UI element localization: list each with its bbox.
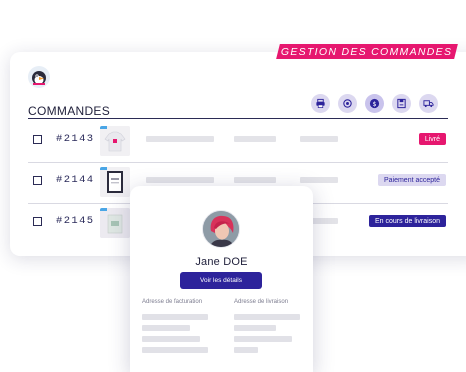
table-row[interactable]: #2143 Livré xyxy=(28,126,448,156)
row-checkbox[interactable] xyxy=(33,217,42,226)
customer-portrait-icon xyxy=(203,211,239,247)
header-divider xyxy=(28,118,448,119)
notebook-product-icon xyxy=(100,208,130,238)
row-divider xyxy=(28,162,448,163)
shop-logo xyxy=(28,66,50,88)
printer-icon xyxy=(316,98,325,108)
product-thumbnail xyxy=(100,167,130,197)
status-badge: Paiement accepté xyxy=(377,174,446,186)
customer-avatar xyxy=(202,210,240,248)
delivery-address-label: Adresse de livraison xyxy=(234,299,289,305)
product-thumbnail xyxy=(100,126,130,156)
order-toolbar: $ xyxy=(311,94,438,113)
product-tag xyxy=(100,208,107,211)
view-details-button[interactable]: Voir les détails xyxy=(180,272,262,289)
status-badge: En cours de livraison xyxy=(369,215,446,227)
svg-text:$: $ xyxy=(372,100,376,108)
refresh-icon xyxy=(343,99,352,108)
status-badge: Livré xyxy=(418,133,446,145)
page-title: COMMANDES xyxy=(28,104,111,118)
order-id: #2143 xyxy=(56,133,95,145)
save-button[interactable] xyxy=(392,94,411,113)
delivery-address-line xyxy=(234,325,276,331)
save-icon xyxy=(397,98,406,109)
puffin-logo-icon xyxy=(32,71,46,85)
print-button[interactable] xyxy=(311,94,330,113)
billing-address-line xyxy=(142,336,200,342)
delivery-truck-icon xyxy=(423,100,434,108)
text-placeholder xyxy=(300,136,338,142)
refresh-button[interactable] xyxy=(338,94,357,113)
product-thumbnail xyxy=(100,208,130,238)
text-placeholder xyxy=(234,177,276,183)
page-banner: GESTION DES COMMANDES xyxy=(276,44,458,59)
order-id: #2145 xyxy=(56,215,95,227)
poster-frame-product-icon xyxy=(100,167,130,197)
payment-button[interactable]: $ xyxy=(365,94,384,113)
text-placeholder xyxy=(146,177,214,183)
delivery-address-line xyxy=(234,336,292,342)
text-placeholder xyxy=(146,136,214,142)
billing-address-line xyxy=(142,347,208,353)
row-checkbox[interactable] xyxy=(33,135,42,144)
billing-address-line xyxy=(142,325,190,331)
customer-name: Jane DOE xyxy=(195,256,248,268)
sweatshirt-product-icon xyxy=(100,126,130,156)
billing-address-label: Adresse de facturation xyxy=(142,299,203,305)
banner-text: GESTION DES COMMANDES xyxy=(281,45,453,58)
delivery-address-line xyxy=(234,347,258,353)
product-tag xyxy=(100,167,107,170)
delivery-button[interactable] xyxy=(419,94,438,113)
delivery-address-line xyxy=(234,314,300,320)
text-placeholder xyxy=(300,177,338,183)
text-placeholder xyxy=(234,136,276,142)
order-id: #2144 xyxy=(56,174,95,186)
payment-icon: $ xyxy=(369,98,380,109)
customer-popup: Jane DOE Voir les détails Adresse de fac… xyxy=(130,186,313,372)
product-tag xyxy=(100,126,107,129)
billing-address-line xyxy=(142,314,208,320)
row-checkbox[interactable] xyxy=(33,176,42,185)
